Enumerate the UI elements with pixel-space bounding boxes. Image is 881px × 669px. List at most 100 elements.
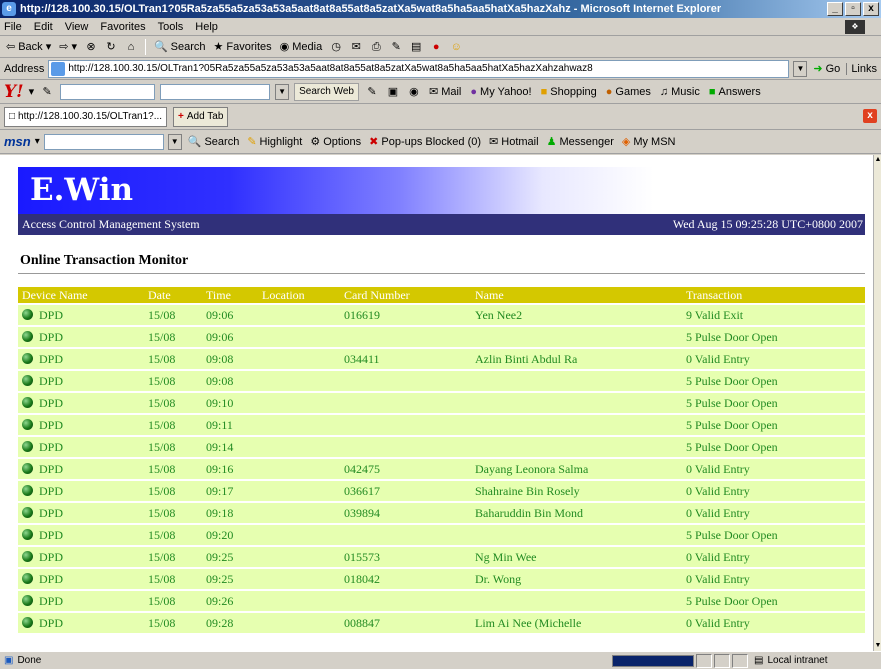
brand-title: E.Win: [30, 172, 134, 208]
cell-text: 15/08: [148, 527, 176, 542]
search-web-button[interactable]: Search Web: [294, 82, 359, 101]
home-icon[interactable]: ⌂: [123, 39, 139, 55]
msn-search-button[interactable]: 🔍 Search: [186, 135, 242, 149]
scroll-up-icon[interactable]: ▲: [874, 155, 881, 165]
forward-button[interactable]: ⇨ ▾: [57, 40, 79, 53]
add-tab-button[interactable]: + Add Tab: [173, 106, 229, 127]
table-cell: 9 Valid Exit: [682, 305, 865, 325]
yahoo-mail-button[interactable]: ✉ Mail: [427, 85, 463, 99]
cell-text: 015573: [344, 549, 380, 564]
maximize-button[interactable]: ▫: [845, 2, 861, 16]
table-cell: [258, 349, 340, 369]
go-button[interactable]: ➜ Go: [811, 62, 842, 76]
shopping-button[interactable]: ■ Shopping: [539, 86, 599, 98]
history-icon[interactable]: ◷: [328, 39, 344, 55]
messenger-button[interactable]: ♟ Messenger: [545, 135, 616, 149]
table-cell: [340, 525, 471, 545]
answers-button[interactable]: ■ Answers: [707, 86, 763, 98]
menu-tools[interactable]: Tools: [158, 21, 184, 33]
table-cell: 034411: [340, 349, 471, 369]
address-input[interactable]: http://128.100.30.15/OLTran1?05Ra5za55a5…: [48, 59, 790, 78]
minimize-button[interactable]: _: [827, 2, 843, 16]
mail-icon[interactable]: ✉: [348, 39, 364, 55]
highlight-icon[interactable]: ✎: [364, 84, 380, 100]
media-button[interactable]: ◉ Media: [278, 40, 325, 54]
msn-logo[interactable]: msn: [4, 134, 31, 149]
cell-text: DPD: [39, 307, 64, 322]
table-cell: 0 Valid Entry: [682, 547, 865, 567]
search-button[interactable]: 🔍 Search: [152, 40, 208, 54]
table-cell: [258, 393, 340, 413]
my-msn-button[interactable]: ◈ My MSN: [620, 135, 678, 149]
table-cell: DPD: [18, 547, 144, 567]
refresh-icon[interactable]: ↻: [103, 39, 119, 55]
menu-bar: File Edit View Favorites Tools Help ❖: [0, 18, 881, 36]
status-led-icon: [22, 308, 33, 320]
stop-icon[interactable]: ⊗: [83, 39, 99, 55]
yahoo-logo[interactable]: Y!: [4, 82, 24, 102]
table-cell: 15/08: [144, 371, 202, 391]
yahoo-search-box[interactable]: [160, 83, 271, 100]
cell-text: DPD: [39, 527, 64, 542]
hotmail-button[interactable]: ✉ Hotmail: [487, 135, 541, 149]
window-titlebar: e http://128.100.30.15/OLTran1?05Ra5za55…: [0, 0, 881, 18]
column-header: Card Number: [340, 287, 471, 303]
music-button[interactable]: ♫ Music: [658, 86, 702, 98]
edit-icon[interactable]: ✎: [388, 39, 404, 55]
table-header-row: Device Name Date Time Location Card Numb…: [18, 287, 865, 303]
msn-search-dropdown[interactable]: ▼: [167, 133, 182, 150]
menu-edit[interactable]: Edit: [34, 21, 53, 33]
back-button[interactable]: ⇦ Back ▾: [4, 40, 53, 54]
games-button[interactable]: ● Games: [604, 86, 653, 98]
table-cell: 5 Pulse Door Open: [682, 415, 865, 435]
my-yahoo-button[interactable]: ● My Yahoo!: [468, 86, 533, 98]
tab-bar: □ http://128.100.30.15/OLTran1?... + Add T…: [0, 104, 881, 130]
table-cell: [340, 415, 471, 435]
table-cell: 15/08: [144, 305, 202, 325]
scroll-down-icon[interactable]: ▼: [874, 641, 881, 651]
globe-icon[interactable]: ◉: [406, 84, 422, 100]
table-cell: 15/08: [144, 591, 202, 611]
table-cell: DPD: [18, 481, 144, 501]
yahoo-search-dropdown[interactable]: ▼: [275, 83, 290, 100]
options-icon: ⚙: [310, 136, 321, 148]
brand-banner: E.Win: [18, 167, 865, 214]
vertical-scrollbar[interactable]: ▲ ▼: [873, 155, 881, 651]
smiley-icon[interactable]: ☺: [448, 39, 464, 55]
table-cell: 15/08: [144, 613, 202, 633]
table-cell: [340, 393, 471, 413]
menu-help[interactable]: Help: [195, 21, 218, 33]
discuss-icon[interactable]: ▤: [408, 39, 424, 55]
table-cell: [258, 613, 340, 633]
highlight-button[interactable]: ✎ Highlight: [245, 135, 304, 149]
table-cell: [471, 415, 682, 435]
menu-view[interactable]: View: [65, 21, 89, 33]
pencil-icon[interactable]: ✎: [39, 84, 55, 100]
transaction-rows: DPD 15/08 09:06 016619 Yen Nee2 9 Valid Exit D…: [18, 305, 865, 633]
table-row: DPD 15/08 09:25 018042 Dr. Wong 0 Valid Entry: [18, 569, 865, 589]
address-dropdown[interactable]: ▼: [793, 60, 808, 77]
options-button[interactable]: ⚙ Options: [308, 135, 363, 149]
table-row: DPD 15/08 09:28 008847 Lim Ai Nee (Michelle 0…: [18, 613, 865, 633]
tab-current[interactable]: □ http://128.100.30.15/OLTran1?...: [4, 106, 168, 127]
close-tab-icon[interactable]: x: [863, 109, 877, 123]
menu-file[interactable]: File: [4, 21, 22, 33]
table-cell: 0 Valid Entry: [682, 503, 865, 523]
messenger-icon[interactable]: ●: [428, 39, 444, 55]
yahoo-search-input[interactable]: [60, 83, 156, 100]
column-header: Location: [258, 287, 340, 303]
cell-text: 09:20: [206, 527, 234, 542]
menu-favorites[interactable]: Favorites: [100, 21, 145, 33]
popups-blocked-button[interactable]: ✖ Pop-ups Blocked (0): [367, 135, 483, 149]
print-icon[interactable]: ⎙: [368, 39, 384, 55]
status-led-icon: [22, 462, 33, 474]
links-button[interactable]: Links: [846, 62, 877, 75]
bookmark-icon[interactable]: ▣: [385, 84, 401, 100]
favorites-button[interactable]: ★ Favorites: [212, 40, 274, 54]
table-cell: [340, 591, 471, 611]
media-icon: ◉: [279, 41, 290, 53]
msn-search-input[interactable]: [43, 133, 164, 150]
status-led-icon: [22, 528, 33, 540]
close-button[interactable]: x: [863, 2, 879, 16]
cell-text: DPD: [39, 593, 64, 608]
